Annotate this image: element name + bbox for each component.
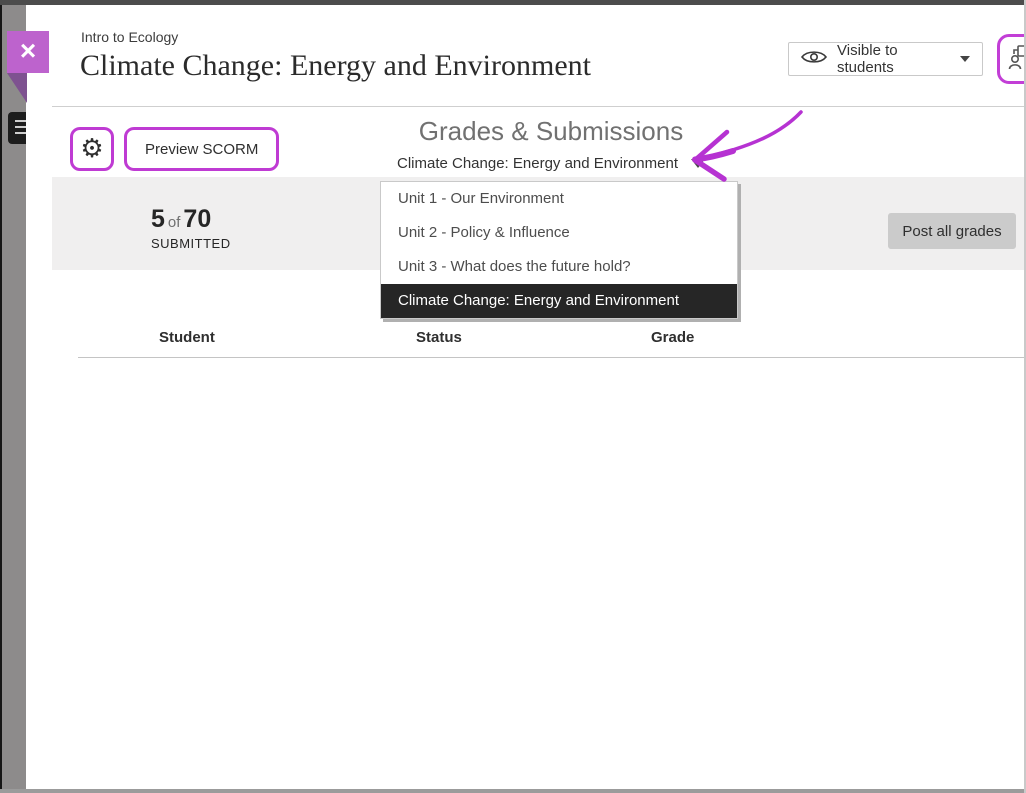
column-header-grade: Grade xyxy=(651,329,694,346)
visibility-dropdown-button[interactable]: Visible to students xyxy=(788,42,983,76)
menu-item-unit-1[interactable]: Unit 1 - Our Environment xyxy=(381,182,737,216)
page-title: Climate Change: Energy and Environment xyxy=(80,49,591,83)
selector-value: Climate Change: Energy and Environment xyxy=(397,155,678,172)
content-panel: Intro to Ecology Climate Change: Energy … xyxy=(26,5,1024,789)
menu-item-unit-2[interactable]: Unit 2 - Policy & Influence xyxy=(381,216,737,250)
menu-item-climate-change[interactable]: Climate Change: Energy and Environment xyxy=(381,284,737,318)
caret-down-icon xyxy=(691,159,705,168)
menu-item-unit-3[interactable]: Unit 3 - What does the future hold? xyxy=(381,250,737,284)
window-top-edge xyxy=(0,0,1026,5)
eye-icon xyxy=(801,49,827,70)
submission-summary: 5of70 SUBMITTED xyxy=(151,205,231,251)
column-header-status: Status xyxy=(416,329,462,346)
roster-notification-icon xyxy=(1006,42,1026,77)
of-label: of xyxy=(165,214,184,231)
header-divider xyxy=(52,106,1026,107)
caret-down-icon xyxy=(960,56,970,62)
post-all-grades-button[interactable]: Post all grades xyxy=(888,213,1016,249)
column-header-student: Student xyxy=(159,329,215,346)
submitted-label: SUBMITTED xyxy=(151,236,231,251)
total-count: 70 xyxy=(183,205,211,233)
submitted-count: 5 xyxy=(151,205,165,233)
close-icon[interactable]: × xyxy=(7,31,49,73)
window-bottom-edge xyxy=(0,789,1026,793)
roster-notification-button[interactable] xyxy=(997,34,1026,84)
content-selector-menu: Unit 1 - Our Environment Unit 2 - Policy… xyxy=(380,181,738,319)
section-heading: Grades & Submissions xyxy=(52,116,1026,147)
content-selector-dropdown[interactable]: Climate Change: Energy and Environment xyxy=(397,155,705,172)
visibility-label: Visible to students xyxy=(837,42,950,76)
table-header-divider xyxy=(78,357,1026,358)
breadcrumb-course[interactable]: Intro to Ecology xyxy=(81,29,178,45)
